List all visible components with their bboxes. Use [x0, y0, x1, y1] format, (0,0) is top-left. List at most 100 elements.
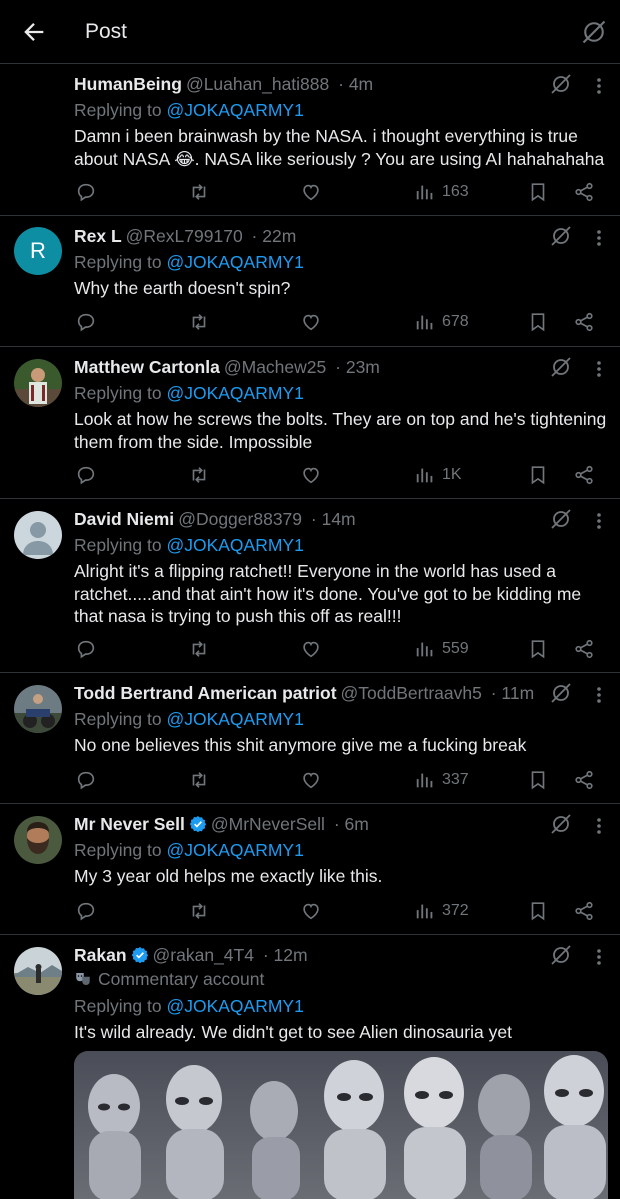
author-name[interactable]: Mr Never Sell	[74, 814, 185, 834]
grok-icon[interactable]	[580, 18, 608, 46]
author-handle[interactable]: @ToddBertraavh5	[341, 683, 482, 703]
views-count: 1K	[442, 466, 462, 483]
reply-item[interactable]: Rakan @rakan_4T4 · 12m Commentary account…	[0, 935, 620, 1199]
heart-icon	[303, 184, 319, 201]
author-name[interactable]: HumanBeing	[74, 74, 182, 94]
more-options-icon[interactable]	[590, 683, 608, 707]
reply-item[interactable]: Matthew Cartonla @Machew25 · 23m Replying…	[0, 347, 620, 499]
heart-icon	[303, 314, 319, 331]
like-button[interactable]	[300, 310, 322, 334]
like-button[interactable]	[300, 180, 322, 204]
author-handle[interactable]: @RexL799170	[126, 226, 243, 246]
heart-icon	[303, 641, 319, 658]
mention-link[interactable]: @JOKAQARMY1	[166, 840, 303, 860]
bookmark-button[interactable]	[527, 768, 549, 792]
author-name[interactable]: Todd Bertrand American patriot	[74, 683, 337, 703]
action-bar: 1K	[0, 463, 620, 487]
more-options-icon[interactable]	[590, 357, 608, 381]
reply-button[interactable]	[75, 463, 97, 487]
grok-icon[interactable]	[549, 355, 573, 379]
reply-button[interactable]	[75, 637, 97, 661]
grok-icon[interactable]	[549, 72, 573, 96]
repost-button[interactable]	[188, 180, 210, 204]
mention-link[interactable]: @JOKAQARMY1	[166, 383, 303, 403]
avatar[interactable]	[14, 816, 62, 864]
reply-button[interactable]	[75, 768, 97, 792]
views-button[interactable]: 163	[414, 180, 469, 204]
bookmark-button[interactable]	[527, 310, 549, 334]
share-button[interactable]	[573, 768, 595, 792]
like-button[interactable]	[300, 899, 322, 923]
reply-item[interactable]: Mr Never Sell @MrNeverSell · 6m Replying …	[0, 804, 620, 935]
more-options-icon[interactable]	[590, 74, 608, 98]
repost-button[interactable]	[188, 463, 210, 487]
bookmark-button[interactable]	[527, 180, 549, 204]
views-button[interactable]: 678	[414, 310, 469, 334]
more-options-icon[interactable]	[590, 945, 608, 969]
views-button[interactable]: 372	[414, 899, 469, 923]
mention-link[interactable]: @JOKAQARMY1	[166, 996, 303, 1016]
share-button[interactable]	[573, 463, 595, 487]
reply-item[interactable]: R Rex L @RexL799170 · 22m Replying to @JO…	[0, 216, 620, 347]
like-button[interactable]	[300, 768, 322, 792]
grok-icon[interactable]	[549, 681, 573, 705]
author-name[interactable]: Rakan	[74, 945, 127, 965]
mention-link[interactable]: @JOKAQARMY1	[166, 535, 303, 555]
mention-link[interactable]: @JOKAQARMY1	[166, 100, 303, 120]
repost-button[interactable]	[188, 899, 210, 923]
author-handle[interactable]: @Machew25	[224, 357, 326, 377]
more-options-icon[interactable]	[590, 509, 608, 533]
more-options-icon[interactable]	[590, 814, 608, 838]
author-handle[interactable]: @MrNeverSell	[211, 814, 325, 834]
repost-button[interactable]	[188, 310, 210, 334]
repost-button[interactable]	[188, 637, 210, 661]
reply-button[interactable]	[75, 310, 97, 334]
avatar[interactable]	[14, 359, 62, 407]
avatar[interactable]: R	[14, 227, 62, 275]
arrow-left-icon[interactable]	[20, 18, 48, 46]
avatar-photo	[14, 816, 62, 864]
bookmark-icon	[531, 183, 545, 202]
masks-icon	[76, 973, 90, 985]
avatar[interactable]	[14, 685, 62, 733]
author-handle[interactable]: @Dogger88379	[178, 509, 302, 529]
author-name[interactable]: David Niemi	[74, 509, 174, 529]
share-button[interactable]	[573, 310, 595, 334]
action-bar: 559	[0, 637, 620, 661]
bookmark-button[interactable]	[527, 463, 549, 487]
mention-link[interactable]: @JOKAQARMY1	[166, 252, 303, 272]
repost-button[interactable]	[188, 768, 210, 792]
share-button[interactable]	[573, 637, 595, 661]
share-button[interactable]	[573, 180, 595, 204]
author-name[interactable]: Matthew Cartonla	[74, 357, 220, 377]
avatar[interactable]	[14, 511, 62, 559]
bookmark-button[interactable]	[527, 637, 549, 661]
author-name[interactable]: Rex L	[74, 226, 122, 246]
author-handle[interactable]: @rakan_4T4	[153, 945, 254, 965]
grok-icon[interactable]	[549, 224, 573, 248]
more-options-icon[interactable]	[590, 226, 608, 250]
share-icon	[575, 182, 593, 202]
like-button[interactable]	[300, 637, 322, 661]
reply-item[interactable]: HumanBeing @Luahan_hati888 · 4m Replying …	[0, 64, 620, 216]
views-button[interactable]: 559	[414, 637, 469, 661]
reply-button[interactable]	[75, 180, 97, 204]
bookmark-button[interactable]	[527, 899, 549, 923]
grok-icon[interactable]	[549, 812, 573, 836]
reply-button[interactable]	[75, 899, 97, 923]
reply-item[interactable]: Todd Bertrand American patriot @ToddBertr…	[0, 673, 620, 804]
author-handle[interactable]: @Luahan_hati888	[186, 74, 329, 94]
action-bar: 337	[0, 768, 620, 792]
avatar[interactable]	[14, 947, 62, 995]
views-icon	[416, 773, 433, 788]
mention-link[interactable]: @JOKAQARMY1	[166, 709, 303, 729]
views-button[interactable]: 1K	[414, 463, 462, 487]
share-button[interactable]	[573, 899, 595, 923]
like-button[interactable]	[300, 463, 322, 487]
grok-icon[interactable]	[549, 943, 573, 967]
grok-icon[interactable]	[549, 507, 573, 531]
post-time: · 6m	[333, 814, 369, 834]
reply-item[interactable]: David Niemi @Dogger88379 · 14m Replying t…	[0, 499, 620, 673]
attached-image[interactable]	[74, 1051, 608, 1199]
views-button[interactable]: 337	[414, 768, 469, 792]
